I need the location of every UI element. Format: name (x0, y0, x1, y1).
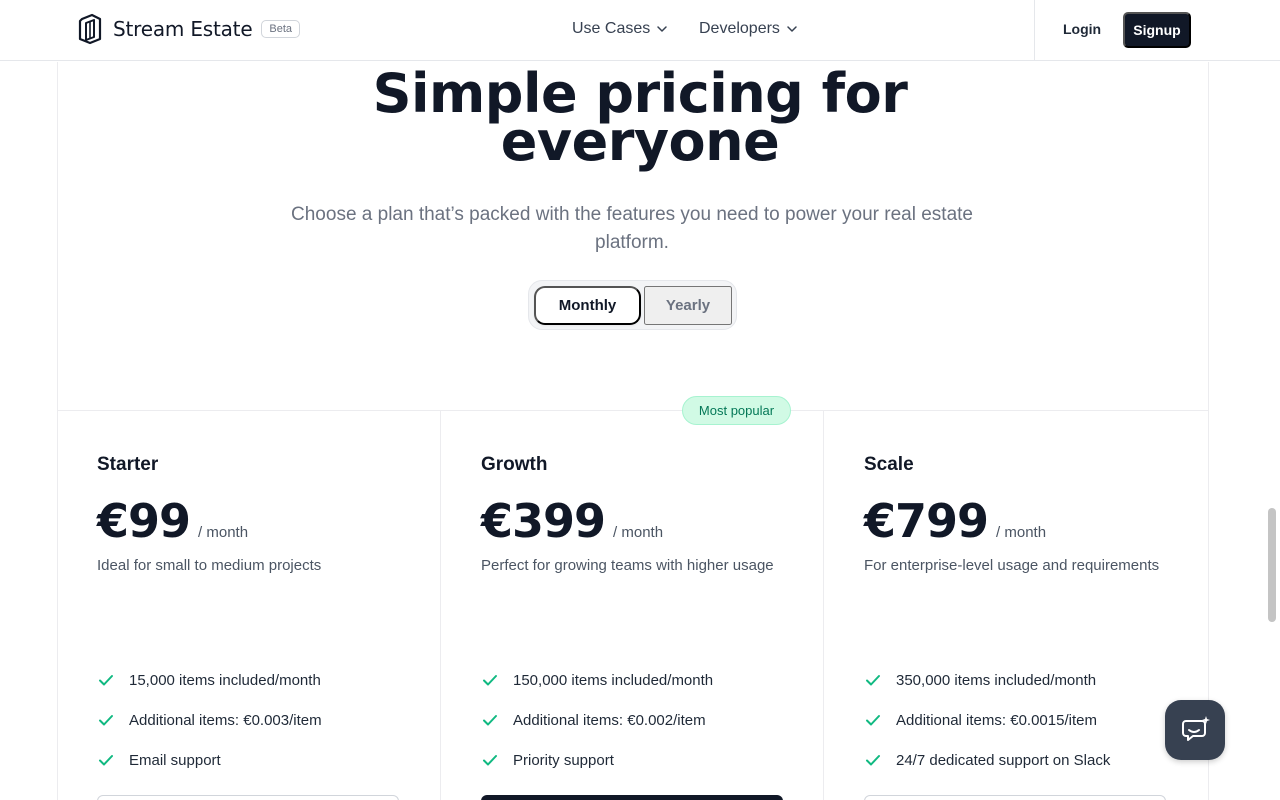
frame-line-right (1208, 62, 1209, 800)
feature-text: 150,000 items included/month (513, 671, 714, 689)
plan-features-starter: 15,000 items included/month Additional i… (97, 660, 417, 780)
page-subtitle: Choose a plan that’s packed with the fea… (291, 204, 973, 253)
brand-name: Stream Estate (113, 17, 253, 41)
chevron-down-icon (657, 26, 667, 32)
plan-features-growth: 150,000 items included/month Additional … (481, 660, 801, 780)
feature-item: Additional items: €0.0015/item (864, 700, 1184, 740)
price-row: €799 / month (864, 494, 1184, 548)
check-icon (99, 675, 113, 686)
check-icon (866, 675, 880, 686)
plan-card-starter: Starter €99 / month Ideal for small to m… (97, 452, 417, 633)
plan-period: / month (996, 524, 1047, 541)
check-icon (483, 715, 497, 726)
stream-estate-logo-icon (78, 13, 102, 45)
check-icon (483, 675, 497, 686)
pricing-grid-border (57, 410, 1209, 411)
feature-text: Additional items: €0.003/item (129, 711, 322, 729)
feature-item: Additional items: €0.003/item (97, 700, 417, 740)
plan-name: Growth (481, 454, 548, 475)
login-link[interactable]: Login (1063, 21, 1101, 37)
feature-item: 350,000 items included/month (864, 660, 1184, 700)
plan-period: / month (613, 524, 664, 541)
feature-item: 150,000 items included/month (481, 660, 801, 700)
pricing-column-divider (823, 411, 824, 800)
growth-cta-button[interactable] (481, 795, 783, 800)
feature-item: Additional items: €0.002/item (481, 700, 801, 740)
feature-item: 24/7 dedicated support on Slack (864, 740, 1184, 780)
plan-card-scale: Scale €799 / month For enterprise-level … (864, 452, 1184, 633)
check-icon (99, 755, 113, 766)
billing-option-monthly[interactable]: Monthly (534, 286, 641, 325)
plan-price: €799 (864, 494, 989, 548)
plan-description: For enterprise-level usage and requireme… (864, 557, 1160, 574)
chevron-down-icon (787, 26, 797, 32)
header-divider (1034, 0, 1035, 61)
plan-period: / month (198, 524, 249, 541)
billing-option-yearly[interactable]: Yearly (644, 286, 732, 325)
page-scrollbar[interactable] (1268, 508, 1276, 622)
plan-name: Starter (97, 454, 159, 475)
nav-use-cases[interactable]: Use Cases (572, 20, 668, 38)
feature-text: 24/7 dedicated support on Slack (896, 751, 1111, 769)
nav-developers-label: Developers (699, 20, 780, 37)
starter-cta-button[interactable] (97, 795, 399, 800)
plan-features-scale: 350,000 items included/month Additional … (864, 660, 1184, 780)
page-title: Simple pricing for everyone (372, 62, 908, 173)
check-icon (866, 755, 880, 766)
scale-cta-button[interactable] (864, 795, 1166, 800)
chat-support-icon (1182, 716, 1210, 741)
frame-line-left (57, 62, 58, 800)
beta-badge: Beta (261, 20, 301, 38)
signup-button[interactable]: Signup (1123, 12, 1191, 48)
plan-description: Perfect for growing teams with higher us… (481, 557, 774, 574)
pricing-column-divider (440, 411, 441, 800)
check-icon (99, 715, 113, 726)
feature-text: Additional items: €0.0015/item (896, 711, 1097, 729)
plan-name: Scale (864, 454, 914, 475)
feature-item: Email support (97, 740, 417, 780)
billing-toggle: Monthly Yearly (528, 280, 737, 330)
plan-price: €99 (97, 494, 191, 548)
plan-description: Ideal for small to medium projects (97, 557, 322, 574)
feature-item: 15,000 items included/month (97, 660, 417, 700)
feature-text: Additional items: €0.002/item (513, 711, 706, 729)
check-icon (866, 715, 880, 726)
check-icon (483, 755, 497, 766)
chat-support-button[interactable] (1165, 700, 1225, 760)
feature-item: Priority support (481, 740, 801, 780)
feature-text: Priority support (513, 751, 614, 769)
site-header: Stream Estate Beta Use Cases Developers … (0, 0, 1280, 61)
nav-developers[interactable]: Developers (699, 20, 798, 38)
price-row: €99 / month (97, 494, 417, 548)
feature-text: 350,000 items included/month (896, 671, 1097, 689)
most-popular-badge: Most popular (682, 396, 791, 425)
feature-text: Email support (129, 751, 221, 769)
brand-logo-link[interactable]: Stream Estate Beta (78, 13, 301, 45)
price-row: €399 / month (481, 494, 801, 548)
feature-text: 15,000 items included/month (129, 671, 321, 689)
plan-card-growth: Growth €399 / month Perfect for growing … (481, 452, 801, 633)
plan-price: €399 (481, 494, 606, 548)
nav-use-cases-label: Use Cases (572, 20, 651, 37)
